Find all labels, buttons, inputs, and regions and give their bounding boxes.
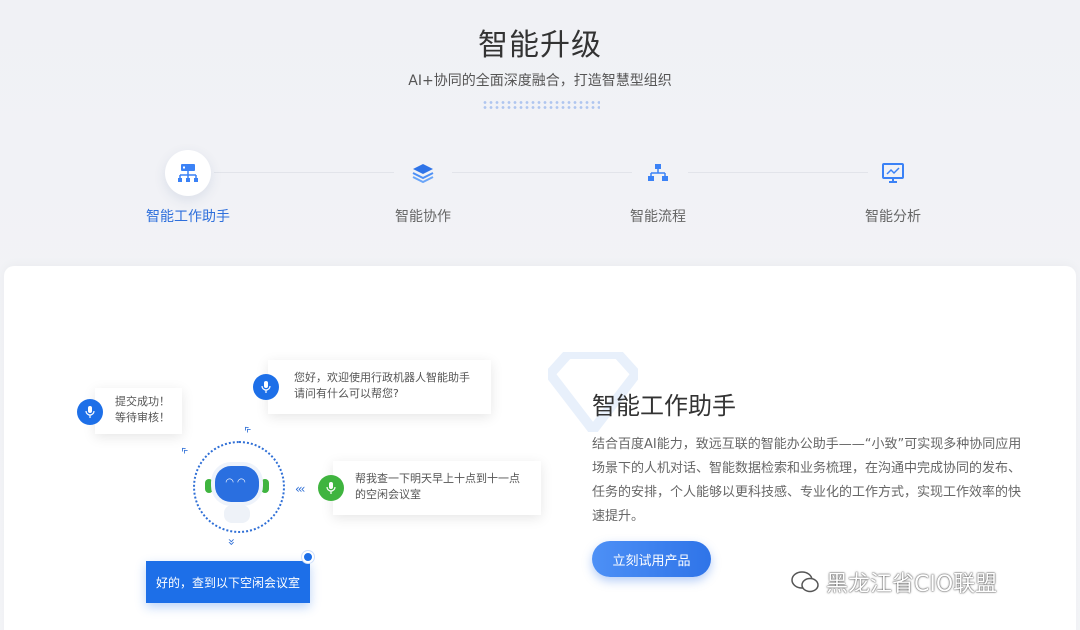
decorative-dots (482, 100, 600, 110)
tab-smart-analysis[interactable]: 智能分析 (823, 150, 963, 226)
chat-bubble-submit: 提交成功！ 等待审核！ (95, 388, 182, 434)
feature-description: 结合百度AI能力，致远互联的智能办公助手——“小致”可实现多种协同应用场景下的人… (592, 437, 1022, 524)
tab-label: 智能工作助手 (146, 209, 230, 225)
robot-eyes: ◠◠ (225, 477, 249, 488)
tab-label: 智能协作 (395, 209, 451, 225)
mic-icon (318, 475, 344, 501)
tab-smart-process[interactable]: 智能流程 (588, 150, 728, 226)
chat-text: 的空闲会议室 (355, 488, 421, 501)
page-subtitle: AI+协同的全面深度融合，打造智慧型组织 (408, 73, 672, 89)
chat-reply-bubble: 好的，查到以下空闲会议室 (146, 561, 310, 603)
robot-ear-left (205, 479, 213, 493)
chat-text: 提交成功！ (115, 395, 170, 408)
page-title: 智能升级 (478, 28, 602, 63)
robot-body (224, 505, 250, 523)
chevrons-left-icon: ‹‹‹ (295, 482, 306, 496)
chat-bubble-welcome: 您好，欢迎使用行政机器人智能助手 请问有什么可以帮您? (268, 360, 491, 414)
wechat-icon (790, 570, 820, 594)
chat-text: 您好，欢迎使用行政机器人智能助手 (294, 371, 470, 384)
chat-text: 请问有什么可以帮您? (294, 387, 399, 400)
tab-label: 智能流程 (630, 209, 686, 225)
chat-bubble-query: 帮我查一下明天早上十点到十一点 的空闲会议室 (333, 461, 541, 515)
mic-icon (77, 399, 103, 425)
try-product-button[interactable]: 立刻试用产品 (592, 541, 711, 577)
monitor-icon (870, 150, 916, 196)
mic-icon (253, 374, 279, 400)
chat-text: 帮我查一下明天早上十点到十一点 (355, 472, 520, 485)
network-icon (165, 150, 211, 196)
layers-icon (400, 150, 446, 196)
reply-dot-icon (302, 551, 314, 563)
tab-label: 智能分析 (865, 209, 921, 225)
tab-smart-assistant[interactable]: 智能工作助手 (118, 150, 258, 226)
watermark-text: 黑龙江省CIO联盟 (826, 572, 998, 597)
chat-text: 等待审核！ (115, 411, 170, 424)
flowchart-icon (635, 150, 681, 196)
feature-title: 智能工作助手 (592, 392, 736, 420)
chevrons-down-icon: ‹‹ (223, 540, 238, 546)
tab-smart-collab[interactable]: 智能协作 (353, 150, 493, 226)
watermark: 黑龙江省CIO联盟 (790, 566, 997, 598)
robot-ear-right (261, 479, 269, 493)
